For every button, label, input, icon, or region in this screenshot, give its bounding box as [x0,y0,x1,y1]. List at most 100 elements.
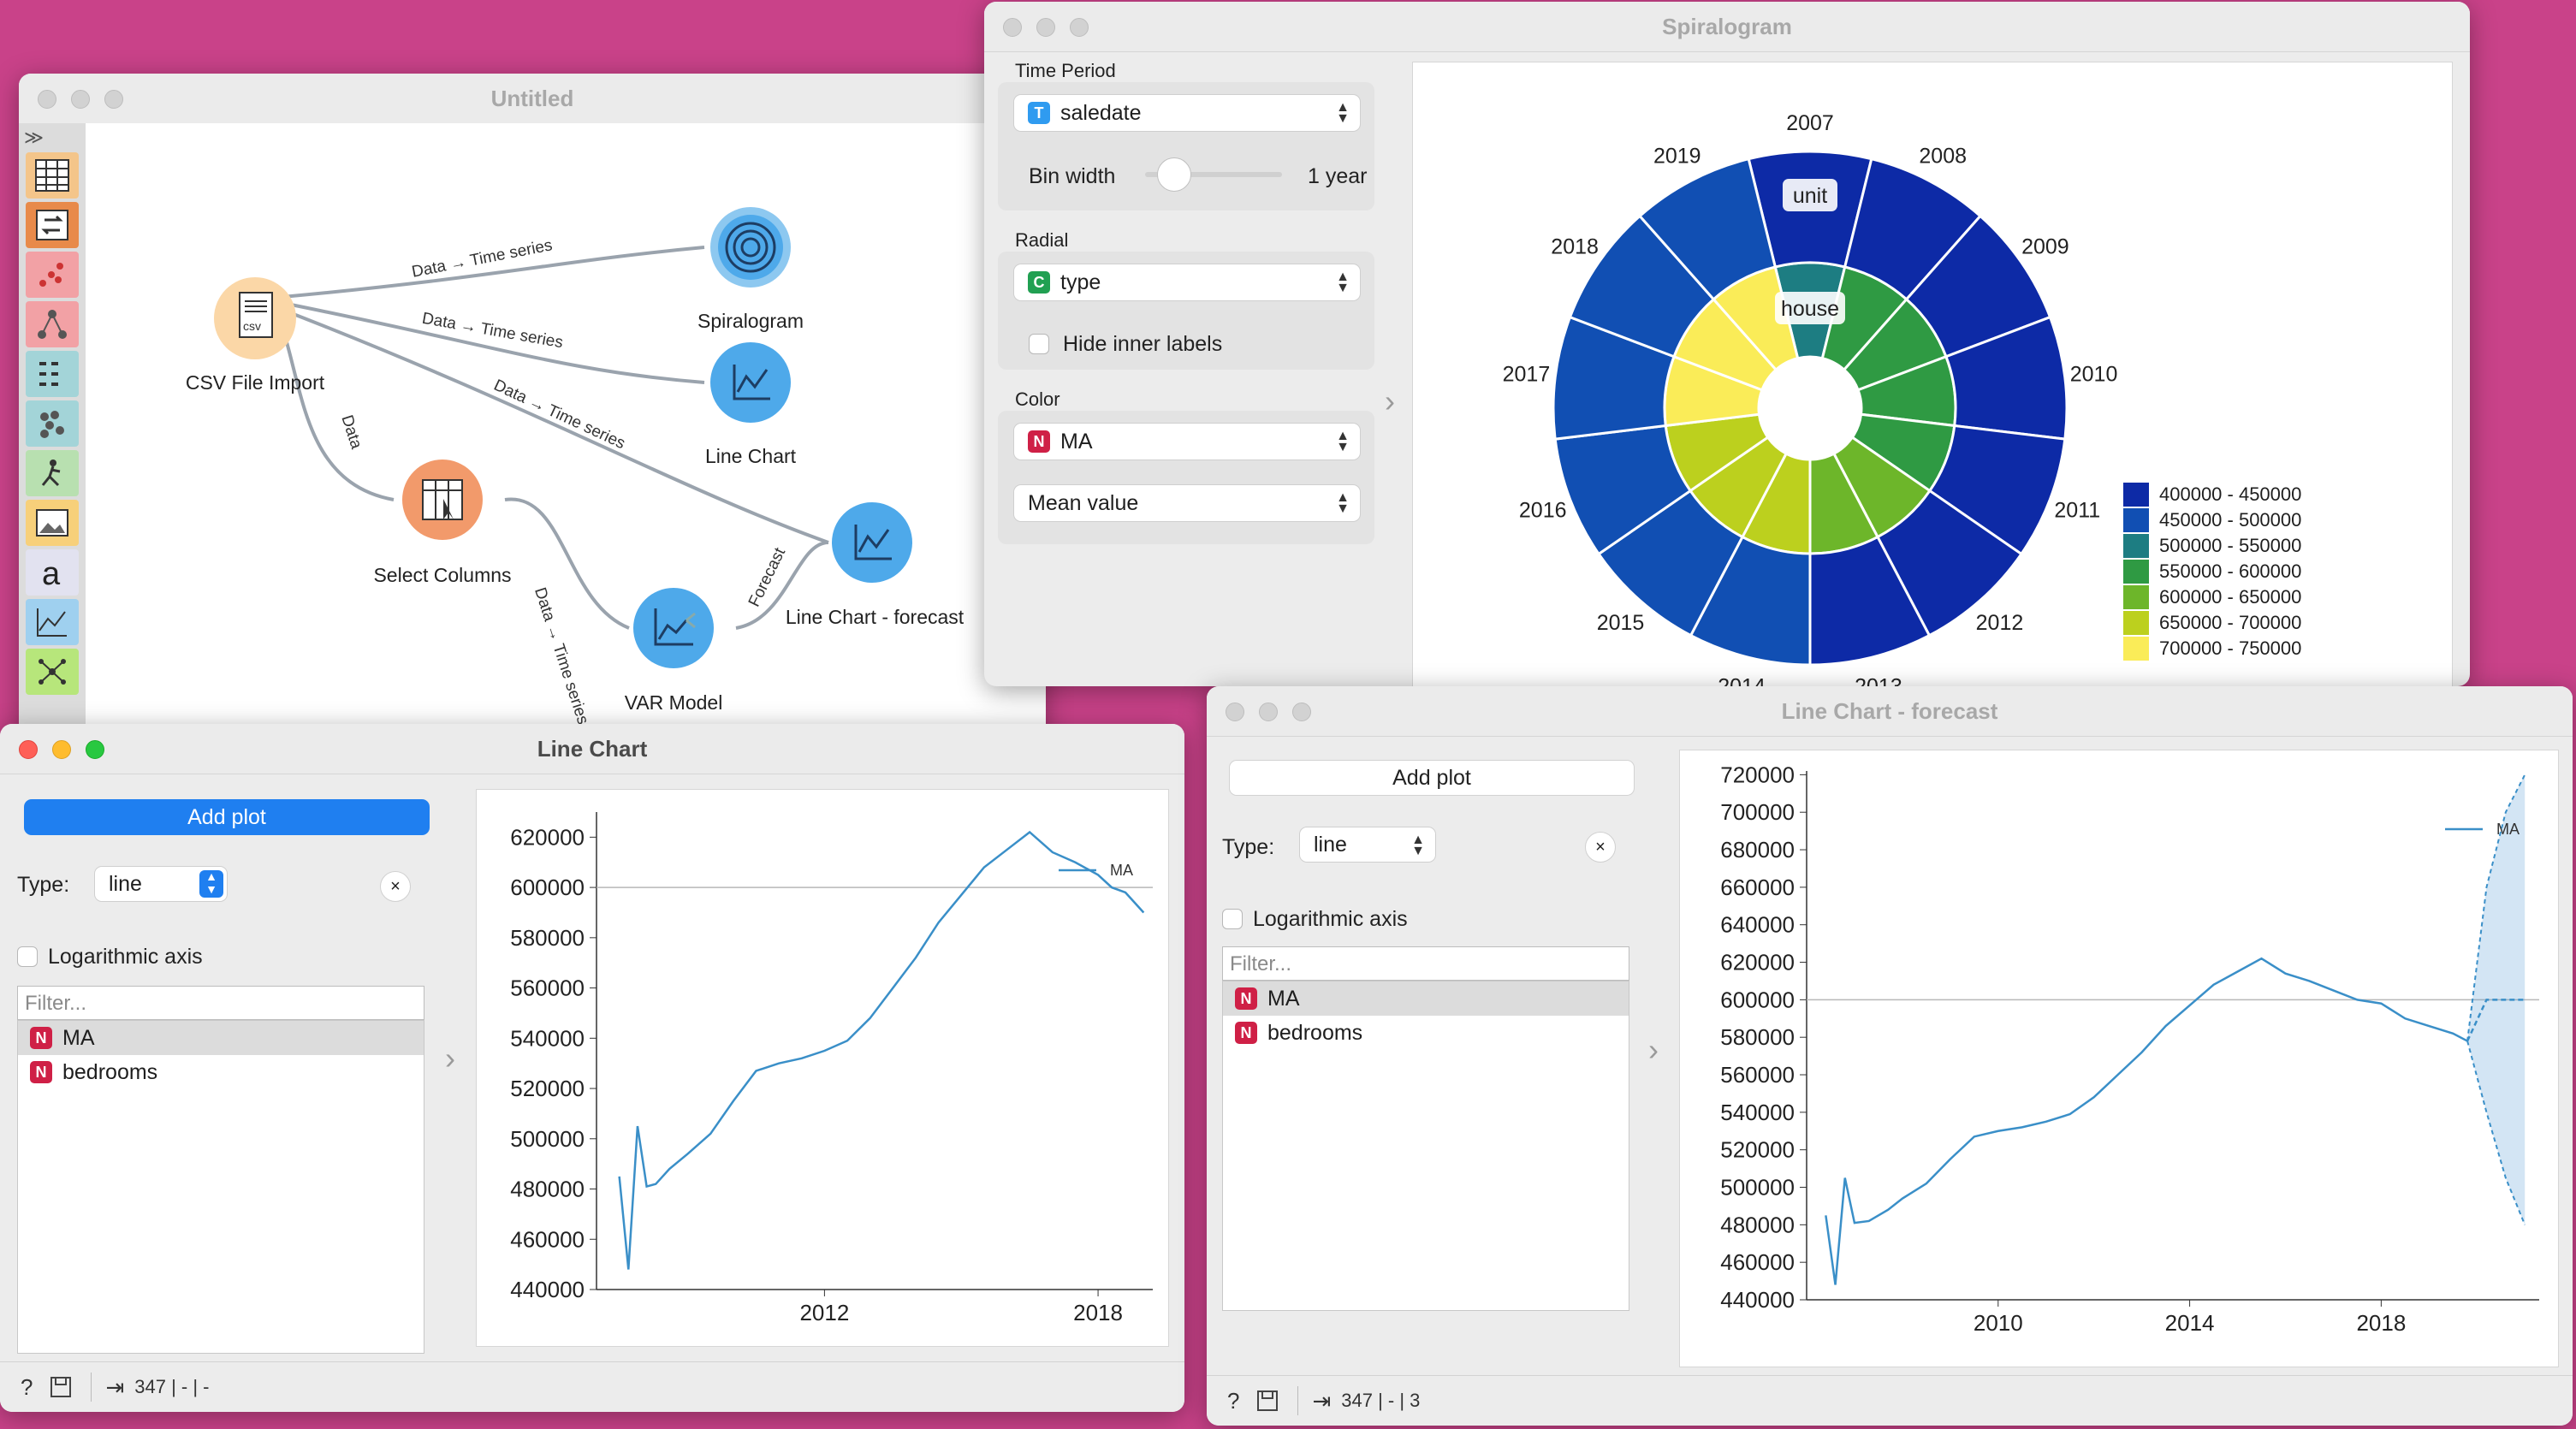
y-tick-label: 560000 [510,975,585,1001]
line-chart-window: Line Chart Add plot Type: line ▲ ▼ × Loga… [0,724,1184,1412]
collapse-panel-chevron-icon[interactable]: › [445,1041,455,1076]
y-tick-label: 480000 [510,1177,585,1202]
node-line-chart[interactable] [710,342,791,423]
spiralogram-window: Spiralogram Time Period T saledate ▲ ▼ Bi… [984,2,2470,686]
status-divider [91,1373,92,1402]
csv-text: csv [243,319,261,333]
forecast-chart-icon [854,525,892,560]
hide-inner-labels-checkbox[interactable] [1029,334,1049,354]
minimize-window-button[interactable] [1259,703,1278,721]
logarithmic-axis-checkbox[interactable] [1222,909,1243,929]
zoom-window-button[interactable] [104,90,123,109]
transform-icon[interactable] [26,202,79,248]
remove-plot-button[interactable]: × [380,871,411,902]
line-chart-titlebar: Line Chart [0,724,1184,774]
node-label: Line Chart - forecast [785,606,965,628]
close-window-button[interactable] [1003,18,1022,37]
list-item[interactable]: N MA [1223,981,1629,1016]
add-plot-button[interactable]: Add plot [24,799,430,835]
zoom-window-button[interactable] [86,740,104,759]
text-icon[interactable]: a [26,549,79,596]
radial-select[interactable]: C type ▲ ▼ [1013,264,1361,301]
legend-entry: 400000 - 450000 [2123,482,2301,507]
forecast-chart-svg: 720000 700000 680000 660000 640000 620000 6000… [1720,762,2539,1336]
slider-handle[interactable] [1157,157,1191,192]
collapse-toolbar-icon[interactable]: ≫ [24,127,44,149]
pose-icon[interactable] [26,450,79,496]
forecast-titlebar: Line Chart - forecast [1207,686,2573,737]
legend-label: 500000 - 550000 [2159,535,2302,556]
image-icon[interactable] [26,500,79,546]
node-spiralogram[interactable] [710,207,791,288]
node-line-chart-forecast[interactable] [832,502,912,583]
variable-filter-input[interactable]: Filter... [17,986,424,1020]
y-tick-label: 440000 [510,1277,585,1302]
node-select-columns[interactable] [402,460,483,540]
workflow-canvas[interactable]: Data → Time series Data → Time series Da… [86,123,1046,758]
x-tick-label: 2010 [1974,1310,2023,1336]
help-icon[interactable]: ? [1227,1388,1239,1414]
zoom-window-button[interactable] [1070,18,1089,37]
collapse-panel-chevron-icon[interactable]: › [1385,383,1395,419]
node-csv-file-import[interactable]: csv [214,277,296,359]
node-var-model[interactable] [633,588,714,668]
color-select[interactable]: N MA ▲ ▼ [1013,423,1361,460]
bin-width-slider[interactable] [1145,157,1282,192]
scatter-icon[interactable] [26,252,79,298]
legend-label: 400000 - 450000 [2159,483,2302,505]
time-period-select[interactable]: T saledate ▲ ▼ [1013,94,1361,132]
legend-label: 700000 - 750000 [2159,637,2302,659]
close-window-button[interactable] [38,90,56,109]
time-variable-icon: T [1028,102,1050,124]
variable-filter-input[interactable]: Filter... [1222,946,1629,981]
list-item[interactable]: N bedrooms [1223,1016,1629,1050]
logarithmic-axis-checkbox[interactable] [17,946,38,967]
y-tick-label: 580000 [510,925,585,951]
help-icon[interactable]: ? [21,1374,33,1401]
line-chart-plot[interactable]: 620000 600000 580000 560000 540000 520000 5000… [476,789,1169,1347]
zoom-window-button[interactable] [1292,703,1311,721]
plot-type-select[interactable]: line ▲ ▼ [1299,827,1436,863]
spiral-year-label: 2017 [1503,363,1551,387]
plot-type-select[interactable]: line ▲ ▼ [94,866,228,902]
legend-entry: 550000 - 600000 [2123,559,2301,584]
save-icon[interactable] [50,1376,72,1398]
minimize-window-button[interactable] [1036,18,1055,37]
legend-entry: 500000 - 550000 [2123,533,2301,559]
data-summary: 347 | - | - [134,1376,210,1397]
aggregation-select[interactable]: Mean value ▲ ▼ [1013,484,1361,522]
list-item[interactable]: N MA [18,1021,424,1055]
logarithmic-axis-label: Logarithmic axis [1253,907,1408,931]
close-window-button[interactable] [1226,703,1244,721]
save-icon[interactable] [1256,1390,1279,1412]
list-item[interactable]: N bedrooms [18,1055,424,1089]
spiral-year-label: 2011 [2054,498,2100,522]
close-window-button[interactable] [19,740,38,759]
table-icon[interactable] [26,152,79,199]
variable-list[interactable]: N MA N bedrooms [17,1020,424,1354]
legend-swatch [2123,611,2149,635]
window-controls [1003,18,1089,37]
cluster-icon[interactable] [26,400,79,447]
numeric-variable-icon: N [1028,430,1050,453]
link-csv-linechart [282,301,705,384]
timeseries-icon[interactable] [26,599,79,645]
variable-list[interactable]: N MA N bedrooms [1222,981,1629,1311]
y-tick-label: 460000 [510,1226,585,1252]
add-plot-button[interactable]: Add plot [1229,760,1635,796]
minimize-window-button[interactable] [52,740,71,759]
network-icon[interactable] [26,649,79,695]
line-chart-svg: 620000 600000 580000 560000 540000 520000 5000… [510,812,1153,1325]
forecast-window: Line Chart - forecast Add plot Type: lin… [1207,686,2573,1426]
spiralogram-plot[interactable]: 2007 2008 2009 2010 2011 2012 2013 2014 2015 2016… [1412,62,2453,686]
spiral-year-label: 2016 [1519,498,1567,522]
node-label: VAR Model [624,691,723,714]
tree-icon[interactable] [26,301,79,347]
collapse-panel-chevron-icon[interactable]: › [1648,1032,1659,1068]
minimize-window-button[interactable] [71,90,90,109]
color-value: MA [1060,429,1093,454]
forecast-chart-plot[interactable]: 720000 700000 680000 660000 640000 620000 6000… [1679,750,2559,1367]
remove-plot-button[interactable]: × [1585,832,1616,863]
matrix-icon[interactable] [26,351,79,397]
color-label: Color [1015,388,1060,410]
